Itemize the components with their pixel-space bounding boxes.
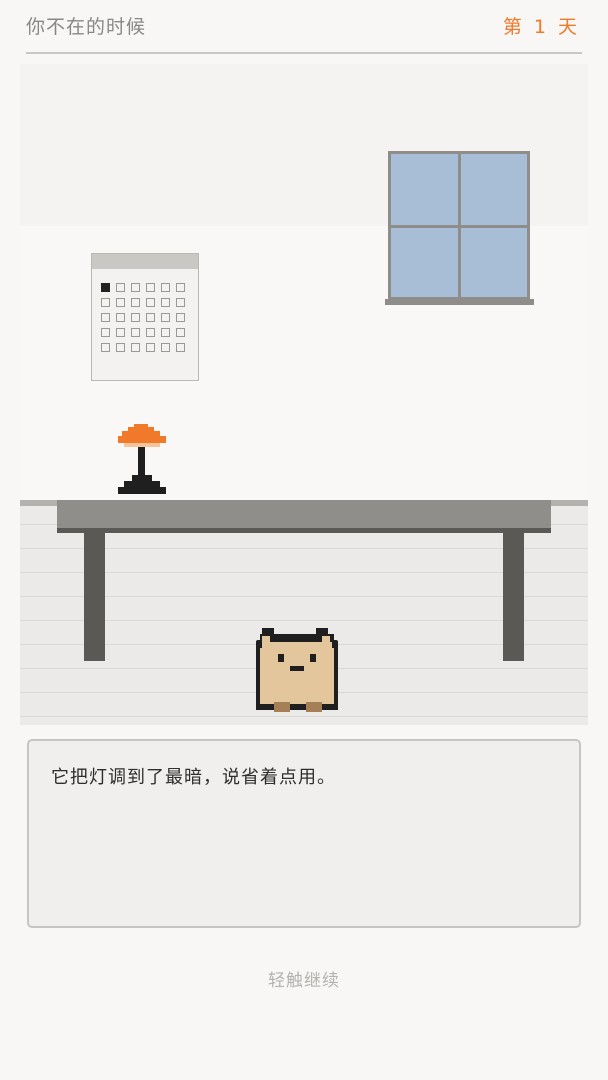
calendar-day (116, 343, 125, 352)
calendar-day-marked (101, 283, 110, 292)
desk-lamp (116, 424, 168, 496)
dialog-text: 它把灯调到了最暗，说省着点用。 (51, 767, 336, 788)
calendar-day (116, 328, 125, 337)
chapter-title: 你不在的时候 (26, 16, 147, 38)
window-transom (391, 225, 527, 228)
calendar-day (161, 313, 170, 322)
calendar-day (131, 283, 140, 292)
wall-calendar (91, 253, 199, 381)
dialog-box[interactable]: 它把灯调到了最暗，说省着点用。 (27, 739, 581, 928)
calendar-day (161, 298, 170, 307)
calendar-day (146, 343, 155, 352)
calendar-day (161, 328, 170, 337)
calendar-day (176, 298, 185, 307)
pixel-cat[interactable] (256, 626, 352, 716)
top-bar: 你不在的时候 第 1 天 (26, 0, 582, 54)
calendar-day (101, 313, 110, 322)
calendar-header (92, 254, 198, 269)
calendar-day (131, 328, 140, 337)
calendar-day (176, 283, 185, 292)
calendar-day (161, 283, 170, 292)
calendar-day (101, 343, 110, 352)
calendar-day (146, 328, 155, 337)
calendar-day (116, 298, 125, 307)
tap-to-continue-hint[interactable]: 轻触继续 (0, 966, 608, 991)
calendar-day (176, 313, 185, 322)
calendar-day (116, 283, 125, 292)
calendar-day (176, 343, 185, 352)
calendar-day (131, 313, 140, 322)
desk-top (57, 500, 551, 528)
desk-leg-right (503, 533, 524, 661)
calendar-day (176, 328, 185, 337)
calendar-day (116, 313, 125, 322)
window (388, 151, 530, 300)
day-counter: 第 1 天 (502, 16, 580, 38)
calendar-day (146, 313, 155, 322)
calendar-day (131, 343, 140, 352)
calendar-day (146, 298, 155, 307)
desk-leg-left (84, 533, 105, 661)
calendar-day (101, 298, 110, 307)
calendar-day (161, 343, 170, 352)
calendar-day (101, 328, 110, 337)
calendar-day (131, 298, 140, 307)
room-scene[interactable] (20, 64, 588, 725)
window-sill (385, 299, 534, 305)
calendar-grid (101, 283, 185, 352)
calendar-day (146, 283, 155, 292)
desk-edge (57, 528, 551, 533)
